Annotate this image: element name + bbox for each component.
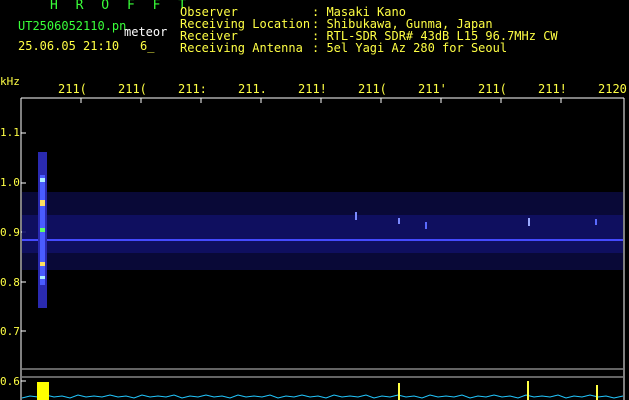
trace-spike-1 [398,383,400,400]
trace-spike-2 [527,381,529,400]
time-tick-marks [80,98,562,103]
ping-5 [595,219,597,225]
meteor-echo-hot-4 [40,262,45,266]
ping-3 [425,222,427,229]
ping-1 [355,212,357,220]
ping-2 [398,218,400,224]
noise-band-core [22,215,623,253]
amplitude-trace [21,394,624,399]
meteor-echo-hot-5 [40,276,45,279]
trace-burst [37,382,49,400]
ping-4 [528,218,530,226]
spectrogram-plot [20,97,625,400]
meteor-echo-hot-3 [40,228,45,232]
meteor-echo-hot-1 [40,178,45,182]
trace-spike-3 [596,385,598,400]
meteor-echo-hot-2 [40,200,45,206]
